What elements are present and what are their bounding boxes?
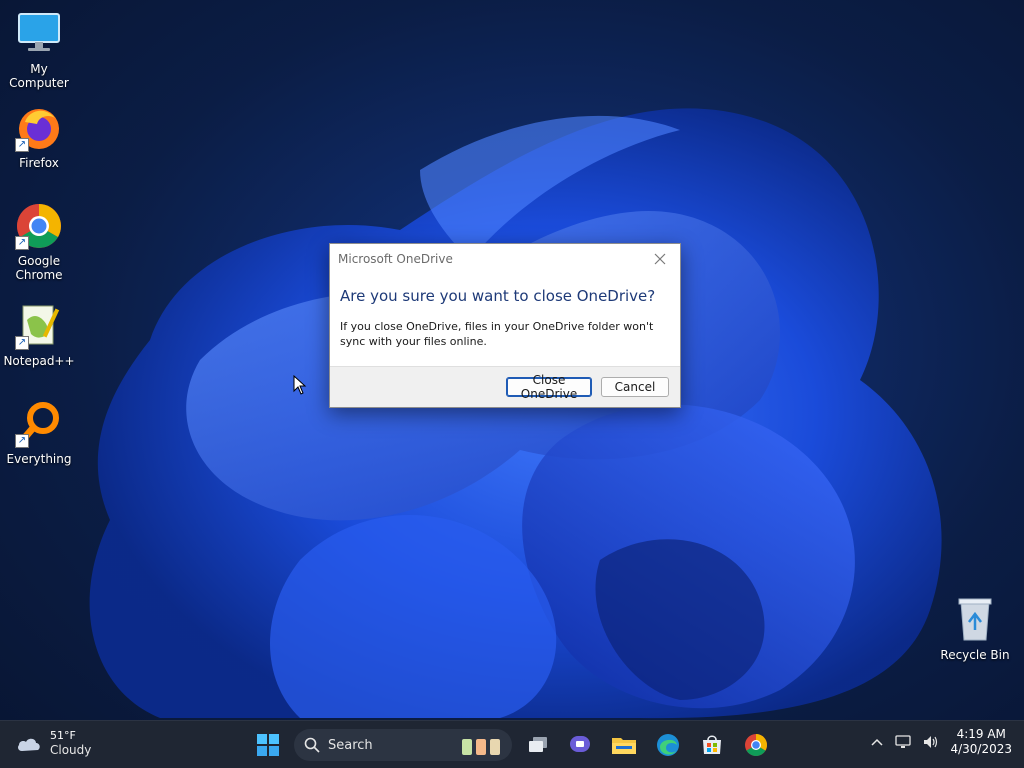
desktop-icon-recycle-bin[interactable]: Recycle Bin (936, 596, 1014, 662)
desktop-icon-label: Firefox (19, 156, 59, 170)
magnifier-icon: ↗ (15, 400, 63, 448)
monitor-icon (15, 10, 63, 58)
network-icon[interactable] (894, 734, 912, 750)
chrome-icon[interactable] (740, 729, 772, 761)
edge-icon[interactable] (652, 729, 684, 761)
chat-icon[interactable] (564, 729, 596, 761)
shortcut-arrow-icon: ↗ (15, 138, 29, 152)
cloud-icon (18, 738, 40, 751)
cancel-button[interactable]: Cancel (601, 377, 669, 397)
task-view-icon[interactable] (522, 729, 554, 761)
desktop-icon-chrome[interactable]: ↗ Google Chrome (0, 202, 78, 282)
search-highlight-icon (462, 739, 500, 755)
desktop-icon-label: Google Chrome (15, 254, 63, 282)
dialog-titlebar[interactable]: Microsoft OneDrive (330, 244, 680, 273)
desktop-icon-my-computer[interactable]: My Computer (0, 10, 78, 90)
mouse-cursor-icon (293, 375, 307, 395)
desktop-icon-label: Recycle Bin (940, 648, 1010, 662)
chevron-up-icon[interactable] (870, 737, 884, 747)
desktop-icon-label: Notepad++ (3, 354, 75, 368)
onedrive-close-dialog: Microsoft OneDrive Are you sure you want… (329, 243, 681, 408)
clock-date: 4/30/2023 (950, 742, 1012, 756)
taskbar: 51°F Cloudy Search 4:19 AM 4/30/2023 (0, 720, 1024, 768)
chrome-icon: ↗ (15, 202, 63, 250)
search-label: Search (328, 737, 373, 753)
desktop-icon-everything[interactable]: ↗ Everything (0, 400, 78, 466)
dialog-message: If you close OneDrive, files in your One… (340, 320, 654, 348)
weather-temperature: 51°F (50, 729, 76, 742)
desktop-icon-notepadpp[interactable]: ↗ Notepad++ (0, 302, 78, 368)
search-icon (304, 737, 320, 753)
file-explorer-icon[interactable] (608, 729, 640, 761)
desktop-icon-label: My Computer (9, 62, 69, 90)
desktop-icon-label: Everything (6, 452, 72, 466)
taskbar-search[interactable]: Search (294, 729, 512, 761)
notepadpp-icon: ↗ (15, 302, 63, 350)
shortcut-arrow-icon: ↗ (15, 336, 29, 350)
dialog-heading: Are you sure you want to close OneDrive? (340, 287, 656, 305)
weather-condition: Cloudy (50, 743, 92, 757)
close-icon[interactable] (648, 247, 672, 271)
clock-time: 4:19 AM (956, 727, 1006, 741)
volume-icon[interactable] (922, 734, 940, 750)
desktop-icon-firefox[interactable]: ↗ Firefox (0, 104, 78, 170)
start-icon[interactable] (252, 729, 284, 761)
shortcut-arrow-icon: ↗ (15, 236, 29, 250)
dialog-footer: Close OneDrive Cancel (330, 366, 680, 407)
close-onedrive-button[interactable]: Close OneDrive (506, 373, 592, 401)
recycle-bin-icon (951, 596, 999, 644)
clock[interactable]: 4:19 AM 4/30/2023 (950, 727, 1012, 757)
system-tray: 4:19 AM 4/30/2023 (870, 727, 1012, 757)
shortcut-arrow-icon: ↗ (15, 434, 29, 448)
dialog-title: Microsoft OneDrive (338, 251, 453, 266)
firefox-icon: ↗ (15, 104, 63, 152)
store-icon[interactable] (696, 729, 728, 761)
weather-widget[interactable]: 51°F Cloudy (16, 729, 91, 758)
desktop: My Computer ↗ Firefox ↗ Google Chrome ↗ … (0, 0, 1024, 768)
